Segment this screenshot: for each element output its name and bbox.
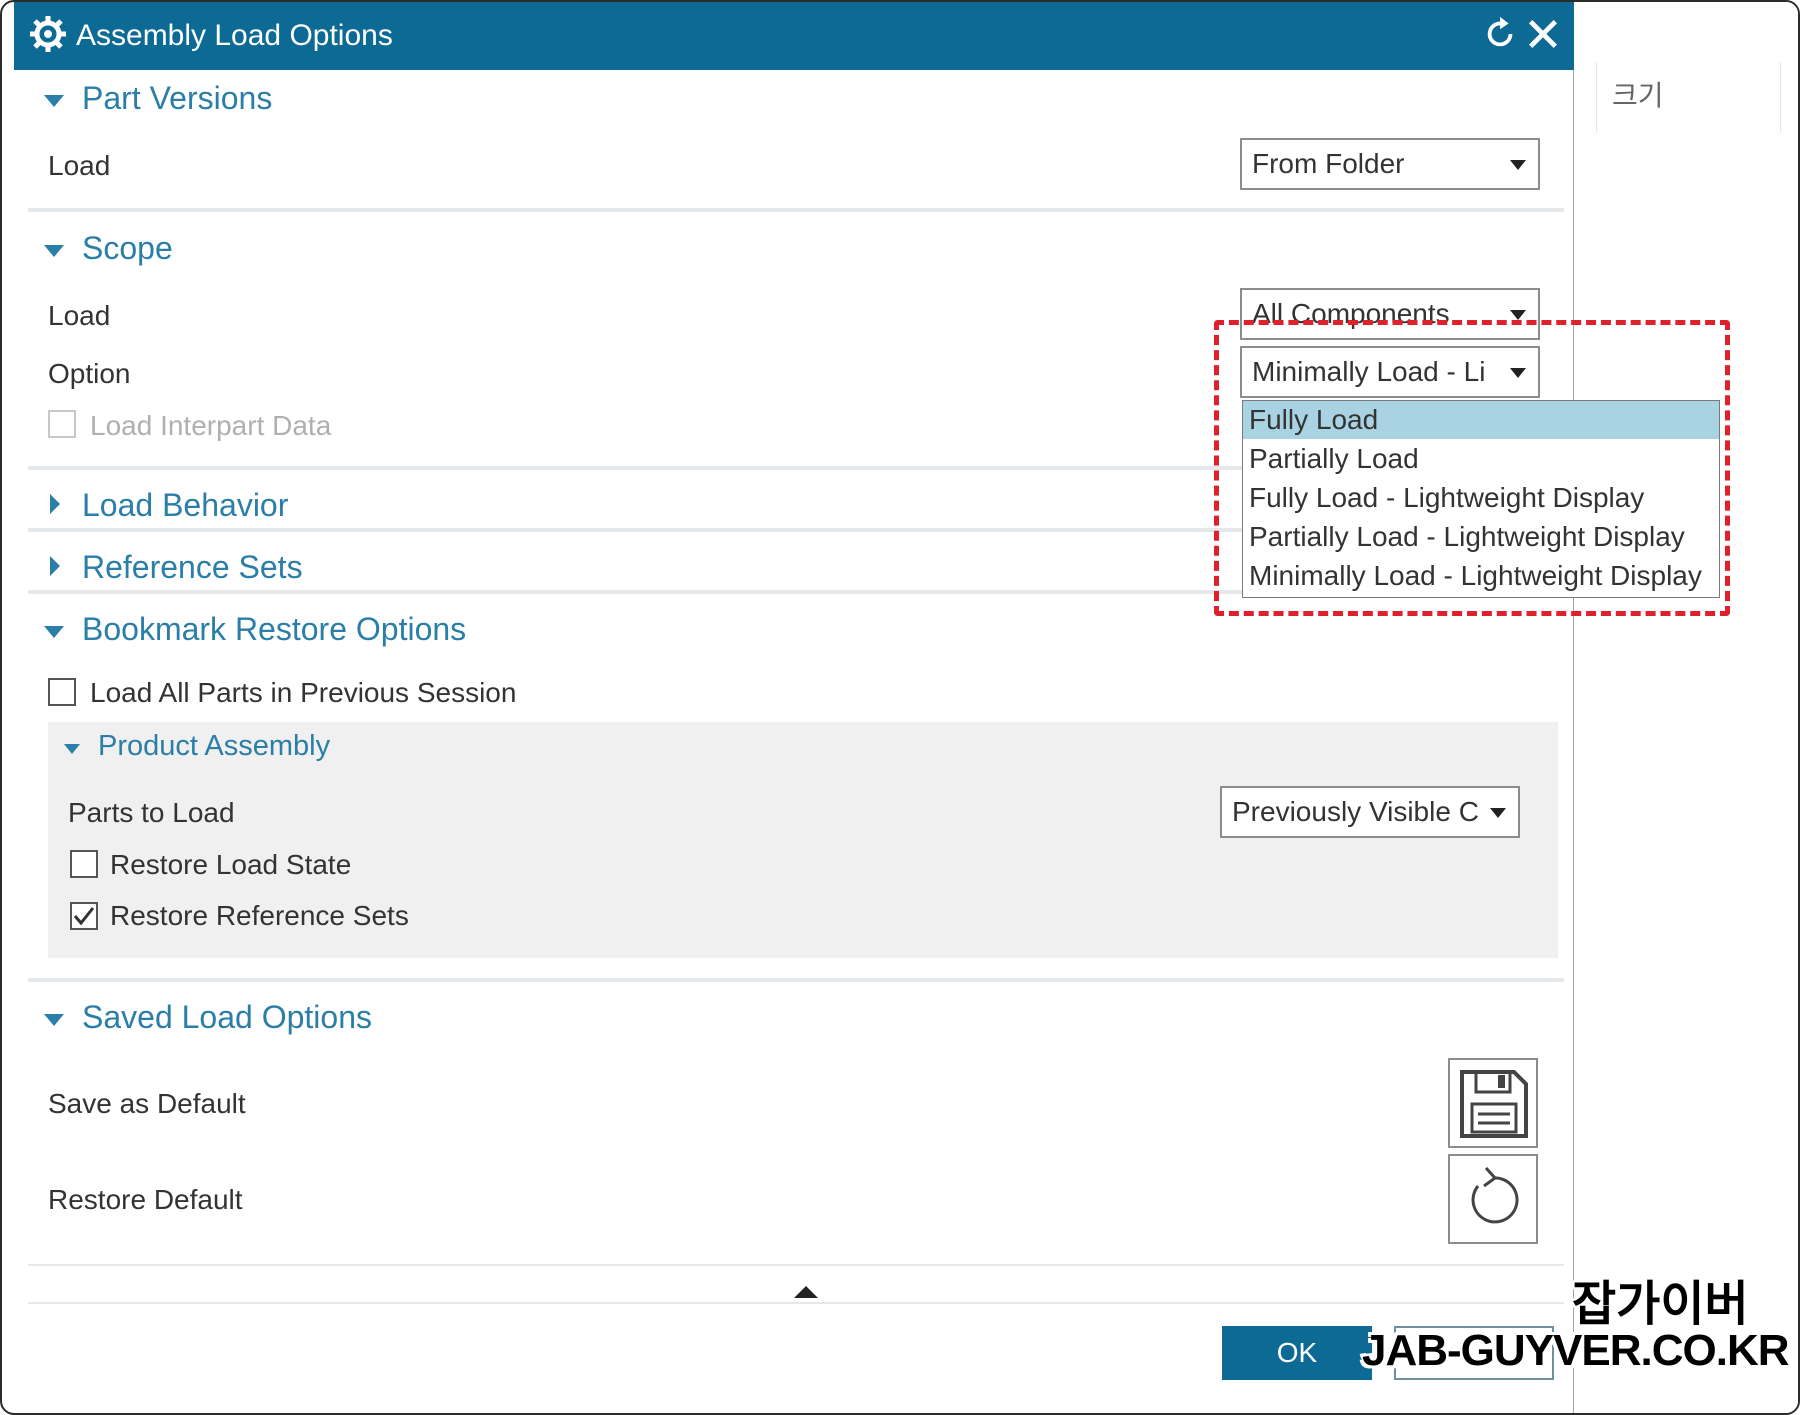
parts-to-load-value: Previously Visible C <box>1232 796 1479 827</box>
load-interpart-data-checkbox[interactable] <box>48 410 76 438</box>
load-interpart-data-label: Load Interpart Data <box>90 410 332 441</box>
side-divider <box>1780 62 1781 132</box>
section-divider <box>28 1302 1564 1304</box>
part-versions-load-label: Load <box>48 150 111 181</box>
chevron-down-icon[interactable] <box>44 1014 64 1026</box>
save-default-button[interactable] <box>1448 1058 1538 1148</box>
side-divider <box>1596 62 1597 132</box>
save-as-default-label: Save as Default <box>48 1088 246 1119</box>
ok-button[interactable]: OK <box>1222 1326 1372 1380</box>
section-divider <box>28 1264 1564 1266</box>
chevron-down-icon[interactable] <box>44 626 64 638</box>
screenshot-frame: 크기 Assembly Load Options Part Versions L… <box>0 0 1800 1415</box>
product-assembly-header[interactable]: Product Assembly <box>98 730 330 763</box>
watermark-korean: 잡가이버 <box>1572 1278 1749 1331</box>
chevron-down-icon <box>1510 310 1526 320</box>
chevron-down-icon <box>1510 160 1526 170</box>
load-all-parts-label: Load All Parts in Previous Session <box>90 677 517 708</box>
load-all-parts-checkbox[interactable] <box>48 678 76 706</box>
section-saved-load-options[interactable]: Saved Load Options <box>82 999 372 1036</box>
chevron-down-icon <box>1490 808 1506 818</box>
checkmark-icon <box>73 907 95 926</box>
part-versions-load-value: From Folder <box>1252 148 1405 179</box>
scope-load-label: Load <box>48 300 111 331</box>
section-bookmark-restore[interactable]: Bookmark Restore Options <box>82 611 466 648</box>
reset-icon[interactable] <box>1482 14 1520 54</box>
section-divider <box>28 208 1564 212</box>
watermark-site: JAB-GUYVER.CO.KR <box>1362 1326 1789 1375</box>
section-load-behavior[interactable]: Load Behavior <box>82 487 288 524</box>
annotation-highlight-box <box>1214 320 1730 616</box>
chevron-down-icon[interactable] <box>64 744 80 754</box>
parts-to-load-label: Parts to Load <box>68 797 235 828</box>
restore-reference-sets-label: Restore Reference Sets <box>110 900 409 931</box>
title-bar: Assembly Load Options <box>14 2 1574 70</box>
side-panel-label: 크기 <box>1612 80 1664 111</box>
close-icon[interactable] <box>1524 14 1562 54</box>
chevron-right-icon[interactable] <box>50 494 60 514</box>
assembly-load-options-dialog: Assembly Load Options Part Versions Load… <box>14 2 1574 1413</box>
restore-default-button[interactable] <box>1448 1154 1538 1244</box>
part-versions-load-select[interactable]: From Folder <box>1240 138 1540 190</box>
chevron-down-icon[interactable] <box>44 245 64 257</box>
restore-default-label: Restore Default <box>48 1184 243 1215</box>
dialog-title: Assembly Load Options <box>76 19 393 52</box>
scope-option-label: Option <box>48 358 131 389</box>
section-scope[interactable]: Scope <box>82 230 173 267</box>
undo-icon <box>1471 1166 1519 1224</box>
section-divider <box>28 978 1564 982</box>
section-part-versions[interactable]: Part Versions <box>82 80 272 117</box>
gear-icon <box>30 16 66 52</box>
parts-to-load-select[interactable]: Previously Visible C <box>1220 786 1520 838</box>
section-reference-sets[interactable]: Reference Sets <box>82 549 303 586</box>
chevron-right-icon[interactable] <box>50 556 60 576</box>
collapse-up-icon[interactable] <box>794 1286 818 1298</box>
restore-reference-sets-checkbox[interactable] <box>70 902 98 930</box>
side-panel <box>1574 2 1798 1413</box>
save-icon <box>1460 1070 1528 1138</box>
chevron-down-icon[interactable] <box>44 95 64 107</box>
restore-load-state-checkbox[interactable] <box>70 850 98 878</box>
restore-load-state-label: Restore Load State <box>110 849 352 880</box>
